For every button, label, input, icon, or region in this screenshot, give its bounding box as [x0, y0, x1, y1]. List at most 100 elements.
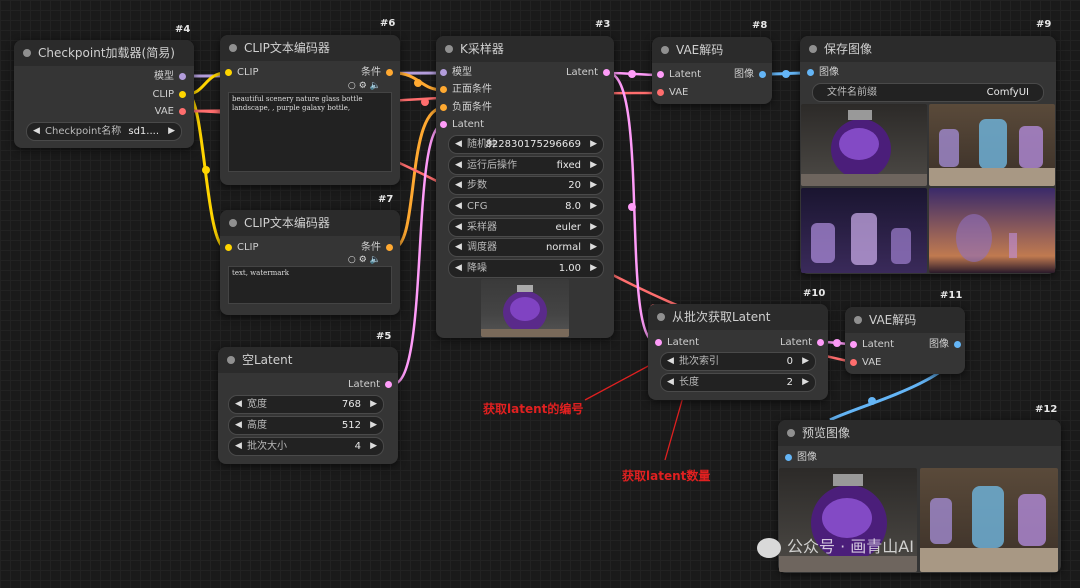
circle-icon[interactable]: ○	[348, 81, 359, 91]
filename-prefix-widget[interactable]: 文件名前缀 ComfyUI	[812, 83, 1044, 102]
widget-label: CFG	[467, 201, 488, 212]
width-widget[interactable]: ◀ 宽度 768 ▶	[228, 395, 384, 414]
control-after-generate-widget[interactable]: ◀ 运行后操作 fixed ▶	[448, 156, 604, 175]
output-image-4	[929, 188, 1055, 273]
arrow-right-icon[interactable]: ▶	[590, 219, 597, 236]
input-port-latent[interactable]	[657, 71, 664, 78]
speaker-icon[interactable]: 🔈	[370, 255, 384, 265]
gear-icon[interactable]: ⚙	[359, 255, 370, 265]
input-port-image[interactable]	[785, 454, 792, 461]
arrow-left-icon[interactable]: ◀	[667, 374, 674, 391]
node-title[interactable]: CLIP文本编码器	[220, 35, 400, 61]
output-port-vae[interactable]	[179, 108, 186, 115]
input-port-clip[interactable]	[225, 244, 232, 251]
textarea-toolbar: ○⚙🔈	[348, 81, 384, 91]
node-title[interactable]: 保存图像	[800, 36, 1056, 62]
speaker-icon[interactable]: 🔈	[370, 81, 384, 91]
arrow-right-icon[interactable]: ▶	[802, 374, 809, 391]
output-port-conditioning[interactable]	[386, 69, 393, 76]
input-port-vae[interactable]	[850, 359, 857, 366]
seed-widget[interactable]: ◀ 随机种 822830175296669 ▶	[448, 135, 604, 154]
output-port-latent[interactable]	[817, 339, 824, 346]
node-save-image[interactable]: 保存图像 图像 文件名前缀 ComfyUI	[800, 36, 1056, 274]
arrow-right-icon[interactable]: ▶	[168, 123, 175, 140]
input-port-vae[interactable]	[657, 89, 664, 96]
input-port-negative[interactable]	[440, 104, 447, 111]
widget-value: 0	[786, 356, 793, 367]
cfg-widget[interactable]: ◀ CFG 8.0 ▶	[448, 197, 604, 216]
node-checkpoint-loader[interactable]: Checkpoint加载器(简易) 模型 CLIP VAE ◀ Checkpoi…	[14, 40, 194, 148]
arrow-left-icon[interactable]: ◀	[33, 123, 40, 140]
sampler-widget[interactable]: ◀ 采样器 euler ▶	[448, 218, 604, 237]
input-port-image[interactable]	[807, 69, 814, 76]
node-title[interactable]: CLIP文本编码器	[220, 210, 400, 236]
arrow-left-icon[interactable]: ◀	[235, 417, 242, 434]
circle-icon[interactable]: ○	[348, 255, 359, 265]
scheduler-widget[interactable]: ◀ 调度器 normal ▶	[448, 238, 604, 257]
arrow-right-icon[interactable]: ▶	[590, 260, 597, 277]
node-title[interactable]: VAE解码	[652, 37, 772, 63]
arrow-left-icon[interactable]: ◀	[455, 260, 462, 277]
input-port-model[interactable]	[440, 69, 447, 76]
arrow-right-icon[interactable]: ▶	[590, 239, 597, 256]
node-id: #5	[376, 331, 392, 342]
arrow-right-icon[interactable]: ▶	[370, 417, 377, 434]
arrow-left-icon[interactable]: ◀	[667, 353, 674, 370]
input-port-positive[interactable]	[440, 86, 447, 93]
input-port-latent[interactable]	[440, 121, 447, 128]
ckpt-name-widget[interactable]: ◀ Checkpoint名称 sd1.... ▶	[26, 122, 182, 141]
slot-label: Latent	[452, 119, 485, 130]
arrow-left-icon[interactable]: ◀	[455, 177, 462, 194]
node-title[interactable]: 从批次获取Latent	[648, 304, 828, 330]
arrow-left-icon[interactable]: ◀	[455, 198, 462, 215]
arrow-left-icon[interactable]: ◀	[455, 136, 462, 153]
arrow-right-icon[interactable]: ▶	[590, 136, 597, 153]
steps-widget[interactable]: ◀ 步数 20 ▶	[448, 176, 604, 195]
length-widget[interactable]: ◀ 长度 2 ▶	[660, 373, 816, 392]
prompt-textarea-negative[interactable]: text, watermark	[228, 266, 392, 304]
node-vae-decode[interactable]: VAE解码 Latent VAE 图像	[652, 37, 772, 104]
output-port-latent[interactable]	[385, 381, 392, 388]
widget-value: normal	[545, 242, 581, 253]
prompt-textarea-positive[interactable]: beautiful scenery nature glass bottle la…	[228, 92, 392, 172]
arrow-right-icon[interactable]: ▶	[590, 157, 597, 174]
input-port-clip[interactable]	[225, 69, 232, 76]
node-clip-encoder-negative[interactable]: CLIP文本编码器 CLIP 条件 ○⚙🔈 text, watermark	[220, 210, 400, 315]
output-port-image[interactable]	[759, 71, 766, 78]
output-port-conditioning[interactable]	[386, 244, 393, 251]
node-title[interactable]: Checkpoint加载器(简易)	[14, 40, 194, 66]
node-empty-latent[interactable]: 空Latent Latent ◀ 宽度 768 ▶ ◀ 高度 512 ▶ ◀ 批次大小 4 ▶	[218, 347, 398, 464]
arrow-left-icon[interactable]: ◀	[455, 157, 462, 174]
arrow-right-icon[interactable]: ▶	[590, 198, 597, 215]
node-ksampler[interactable]: K采样器 模型 正面条件 负面条件 Latent Latent ◀ 随机种 8228…	[436, 36, 614, 338]
output-port-latent[interactable]	[603, 69, 610, 76]
output-port-image[interactable]	[954, 341, 961, 348]
node-title[interactable]: VAE解码	[845, 307, 965, 333]
arrow-left-icon[interactable]: ◀	[235, 438, 242, 455]
node-title[interactable]: 预览图像	[778, 420, 1061, 446]
arrow-right-icon[interactable]: ▶	[370, 396, 377, 413]
arrow-right-icon[interactable]: ▶	[590, 177, 597, 194]
arrow-left-icon[interactable]: ◀	[235, 396, 242, 413]
input-port-latent[interactable]	[850, 341, 857, 348]
node-title[interactable]: 空Latent	[218, 347, 398, 373]
widget-label: 运行后操作	[467, 160, 517, 171]
node-latent-from-batch[interactable]: 从批次获取Latent Latent Latent ◀ 批次索引 0 ▶ ◀ 长度 2 ▶	[648, 304, 828, 400]
arrow-left-icon[interactable]: ◀	[455, 219, 462, 236]
node-vae-decode-2[interactable]: VAE解码 Latent VAE 图像	[845, 307, 965, 374]
node-title[interactable]: K采样器	[436, 36, 614, 62]
arrow-left-icon[interactable]: ◀	[455, 239, 462, 256]
batch-index-widget[interactable]: ◀ 批次索引 0 ▶	[660, 352, 816, 371]
denoise-widget[interactable]: ◀ 降噪 1.00 ▶	[448, 259, 604, 278]
arrow-right-icon[interactable]: ▶	[802, 353, 809, 370]
slot-label: CLIP	[237, 67, 259, 78]
output-port-model[interactable]	[179, 73, 186, 80]
input-port-latent[interactable]	[655, 339, 662, 346]
node-clip-encoder-positive[interactable]: CLIP文本编码器 CLIP 条件 ○⚙🔈 beautiful scenery …	[220, 35, 400, 185]
height-widget[interactable]: ◀ 高度 512 ▶	[228, 416, 384, 435]
node-id: #11	[940, 290, 963, 301]
output-port-clip[interactable]	[179, 91, 186, 98]
arrow-right-icon[interactable]: ▶	[370, 438, 377, 455]
batch-size-widget[interactable]: ◀ 批次大小 4 ▶	[228, 437, 384, 456]
gear-icon[interactable]: ⚙	[359, 81, 370, 91]
